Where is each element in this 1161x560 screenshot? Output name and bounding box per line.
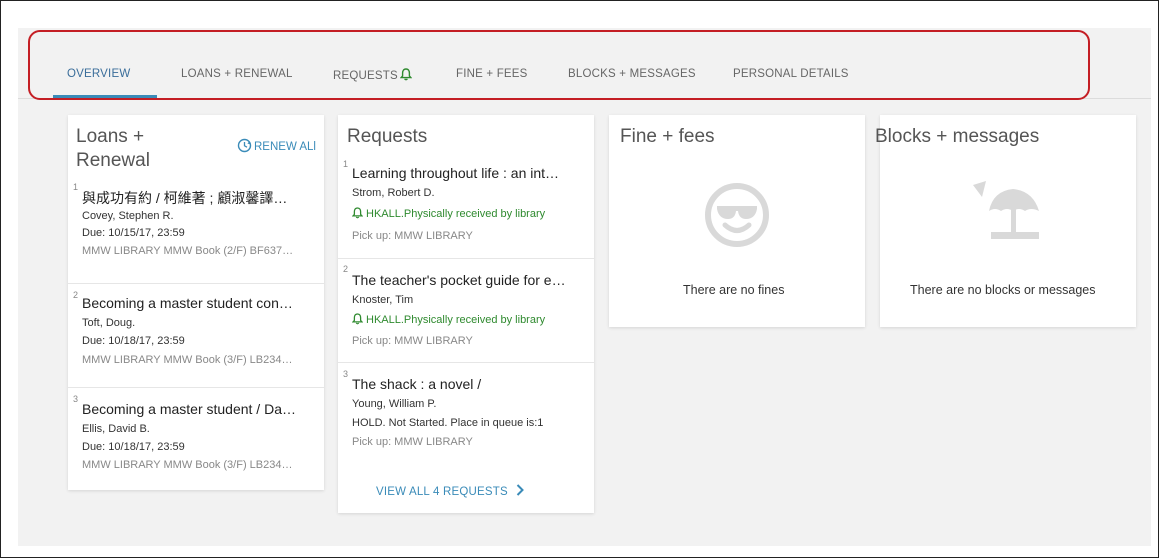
- sunglasses-smiley-icon: [703, 181, 771, 254]
- loan-item-title[interactable]: Becoming a master student / Da…: [82, 401, 317, 417]
- bell-icon: [351, 313, 364, 328]
- view-all-label: VIEW ALL 4 REQUESTS: [376, 486, 508, 498]
- request-item-status-text: HKALL.Physically received by library: [366, 314, 546, 326]
- request-item-pickup: Pick up: MMW LIBRARY: [352, 230, 473, 242]
- chevron-right-icon: [516, 484, 524, 499]
- loan-item-due: Due: 10/18/17, 23:59: [82, 441, 185, 453]
- request-item-number: 1: [343, 159, 349, 169]
- loan-item-title[interactable]: Becoming a master student con…: [82, 295, 317, 311]
- loans-title-line1: Loans +: [76, 126, 145, 147]
- loan-item-number: 1: [73, 182, 79, 192]
- blocks-card: Blocks + messages There are no blocks or…: [875, 115, 1136, 327]
- loan-item-title[interactable]: 與成功有約 / 柯維著 ; 顧淑馨譯…: [82, 188, 317, 208]
- loan-item-author: Toft, Doug.: [82, 317, 136, 329]
- loan-item[interactable]: 1 與成功有約 / 柯維著 ; 顧淑馨譯… Covey, Stephen R. …: [68, 175, 324, 283]
- request-item-status: HKALL.Physically received by library: [351, 207, 546, 222]
- requests-card: Requests 1 Learning throughout life : an…: [338, 115, 594, 513]
- request-item-author: Strom, Robert D.: [352, 187, 435, 199]
- loan-item-author: Covey, Stephen R.: [82, 210, 174, 222]
- request-item-title[interactable]: Learning throughout life : an int…: [352, 165, 587, 181]
- request-item-status: HOLD. Not Started. Place in queue is:1: [352, 417, 544, 429]
- request-item-title[interactable]: The teacher's pocket guide for e…: [352, 272, 587, 288]
- loan-item-location: MMW LIBRARY MMW Book (2/F) BF637…: [82, 245, 294, 257]
- loan-item[interactable]: 3 Becoming a master student / Da… Ellis,…: [68, 387, 324, 487]
- loan-item-due: Due: 10/15/17, 23:59: [82, 227, 185, 239]
- request-item-status: HKALL.Physically received by library: [351, 313, 546, 328]
- request-item-number: 3: [343, 369, 349, 379]
- request-item-pickup: Pick up: MMW LIBRARY: [352, 335, 473, 347]
- loan-item-location: MMW LIBRARY MMW Book (3/F) LB234…: [82, 354, 293, 366]
- beach-umbrella-icon: [973, 177, 1047, 254]
- loans-card-title: Loans + Renewal: [76, 125, 150, 173]
- request-item-pickup: Pick up: MMW LIBRARY: [352, 436, 473, 448]
- request-item[interactable]: 2 The teacher's pocket guide for e… Knos…: [338, 258, 594, 362]
- loans-card: Loans + Renewal 1 與成功有約 / 柯維著 ; 顧淑馨譯… Co…: [68, 115, 324, 490]
- loans-title-line2: Renewal: [76, 150, 150, 171]
- request-item-status-text: HKALL.Physically received by library: [366, 208, 546, 220]
- renew-all-label: RENEW ALl: [254, 141, 316, 153]
- loan-item-author: Ellis, David B.: [82, 423, 150, 435]
- loan-item-number: 2: [73, 290, 79, 300]
- bell-icon: [351, 207, 364, 222]
- renew-all-button[interactable]: RENEW ALl: [237, 138, 316, 156]
- tabbar-highlight-box: [28, 30, 1090, 100]
- no-blocks-text: There are no blocks or messages: [910, 283, 1096, 297]
- request-item-number: 2: [343, 264, 349, 274]
- renew-icon: [237, 138, 252, 156]
- request-item[interactable]: 1 Learning throughout life : an int… Str…: [338, 155, 594, 258]
- view-all-requests-link[interactable]: VIEW ALL 4 REQUESTS: [376, 484, 524, 499]
- loan-item-location: MMW LIBRARY MMW Book (3/F) LB234…: [82, 459, 293, 471]
- request-item[interactable]: 3 The shack : a novel / Young, William P…: [338, 362, 594, 462]
- loan-item[interactable]: 2 Becoming a master student con… Toft, D…: [68, 283, 324, 387]
- no-fines-text: There are no fines: [683, 283, 785, 297]
- blocks-card-title: Blocks + messages: [875, 126, 1040, 147]
- request-item-title[interactable]: The shack : a novel /: [352, 376, 587, 392]
- fines-card: Fine + fees There are no fines: [609, 115, 865, 327]
- fines-card-title: Fine + fees: [620, 126, 715, 147]
- request-item-author: Young, William P.: [352, 398, 437, 410]
- request-item-author: Knoster, Tim: [352, 294, 414, 306]
- loan-item-number: 3: [73, 394, 79, 404]
- requests-card-title: Requests: [347, 126, 428, 147]
- loan-item-due: Due: 10/18/17, 23:59: [82, 335, 185, 347]
